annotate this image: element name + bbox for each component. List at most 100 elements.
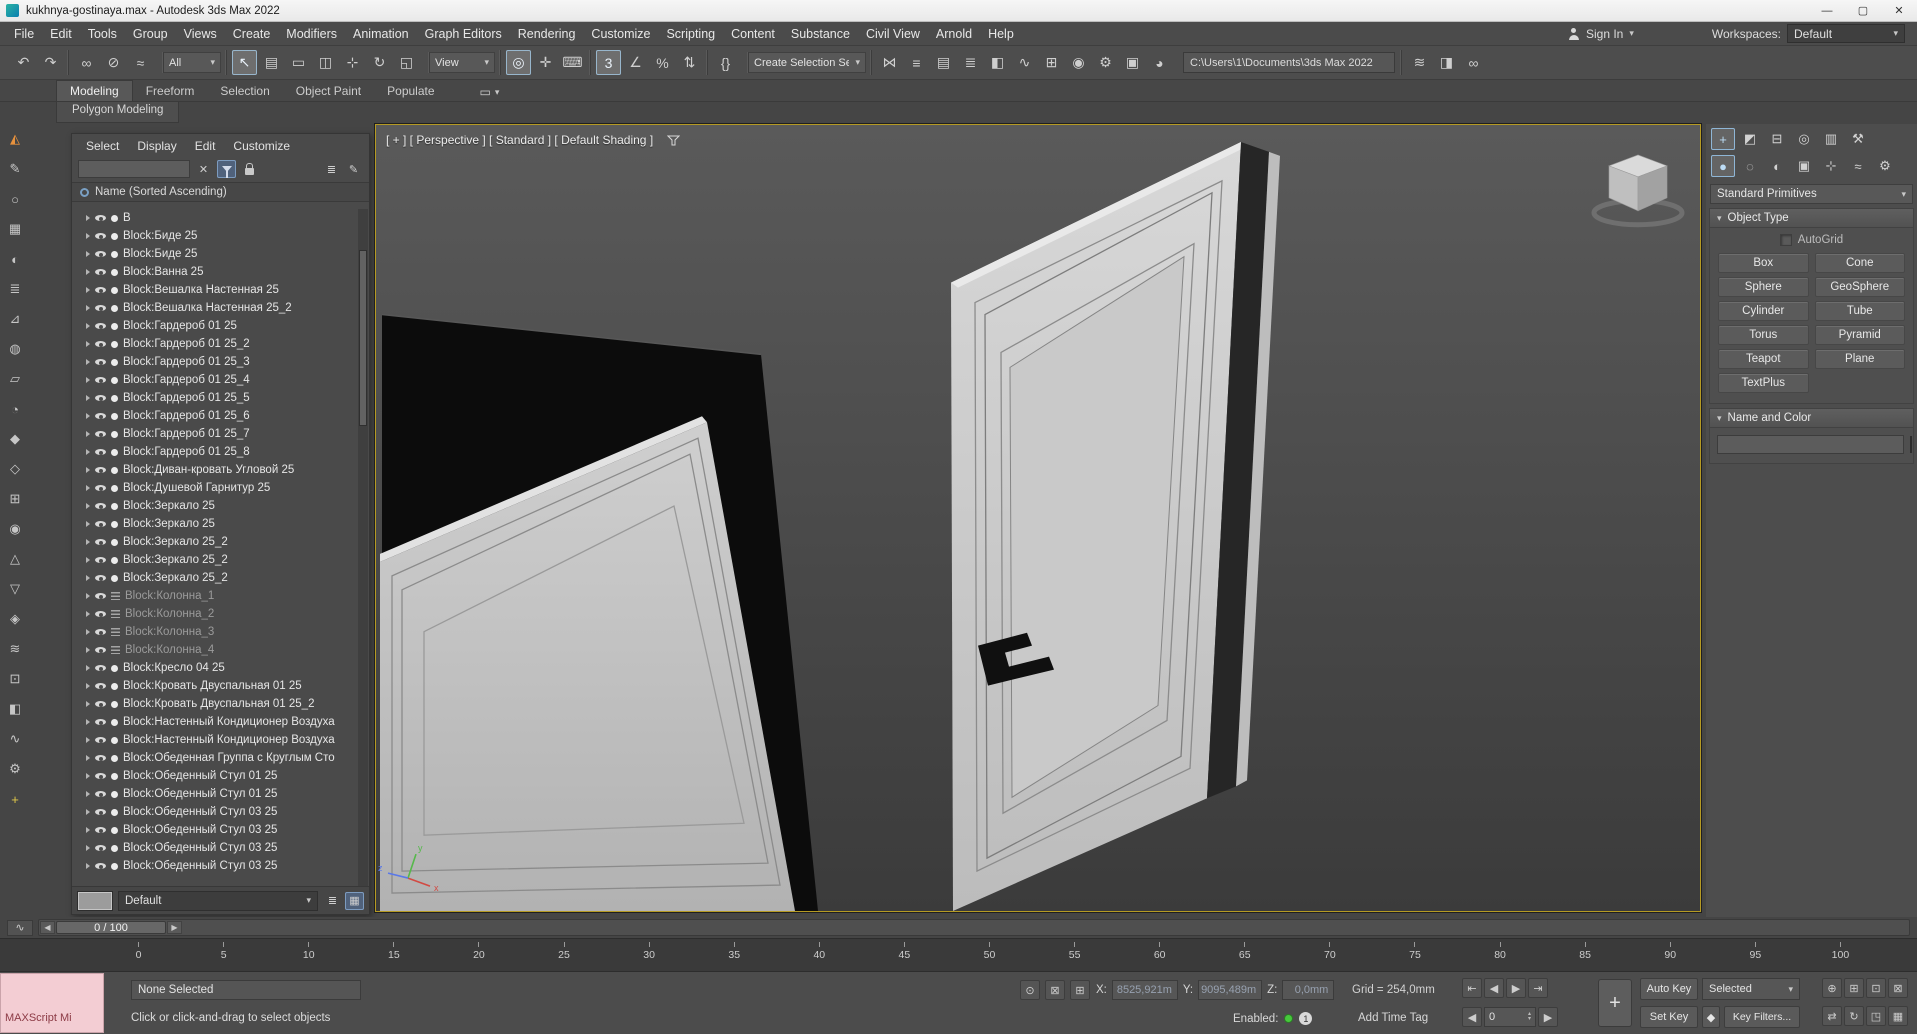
ribbon-tab[interactable]: Freeform	[133, 81, 208, 101]
undo-icon[interactable]: ↶	[11, 50, 36, 75]
scene-object-row[interactable]: Block:Гардероб 01 25_4	[86, 371, 357, 389]
visibility-eye-icon[interactable]	[95, 699, 106, 710]
grid-view-icon[interactable]: ▦	[345, 891, 364, 910]
expand-arrow-icon[interactable]	[86, 395, 90, 401]
scene-object-row[interactable]: Block:Кровать Двуспальная 01 25_2	[86, 695, 357, 713]
target-tool-icon[interactable]: ⊡	[4, 668, 26, 690]
expand-arrow-icon[interactable]	[86, 863, 90, 869]
visibility-eye-icon[interactable]	[95, 357, 106, 368]
visibility-eye-icon[interactable]	[95, 231, 106, 242]
zoom-extents-icon[interactable]: ⊡	[1866, 978, 1886, 998]
add-tool-icon[interactable]: +	[4, 788, 26, 810]
previous-frame-arrow[interactable]: ◀	[40, 921, 55, 934]
filter-funnel-icon[interactable]	[217, 160, 236, 178]
pick-list-icon[interactable]: ≣	[322, 160, 341, 178]
scene-explorer-menu[interactable]: Edit	[187, 138, 224, 154]
visibility-eye-icon[interactable]	[95, 735, 106, 746]
expand-arrow-icon[interactable]	[86, 665, 90, 671]
angle-snap-icon[interactable]: ∠	[623, 50, 648, 75]
redo-icon[interactable]: ↷	[38, 50, 63, 75]
play-button[interactable]: ▶	[1506, 978, 1526, 998]
visibility-eye-icon[interactable]	[95, 717, 106, 728]
rectangular-selection-icon[interactable]: ▭	[286, 50, 311, 75]
expand-arrow-icon[interactable]	[86, 683, 90, 689]
expand-arrow-icon[interactable]	[86, 251, 90, 257]
texture-tool-icon[interactable]: ◍	[4, 338, 26, 360]
selection-lock-icon[interactable]: ⊠	[1045, 980, 1065, 1000]
scene-object-row[interactable]: Block:Настенный Кондиционер Воздуха	[86, 713, 357, 731]
scene-object-row[interactable]: Block:Обеденный Стул 01 25	[86, 785, 357, 803]
isolate-selection-icon[interactable]: ⊙	[1020, 980, 1040, 1000]
crossing-selection-icon[interactable]: ◫	[313, 50, 338, 75]
named-selection-sets-dropdown[interactable]: Create Selection Se ▾	[748, 52, 866, 73]
list-tool-icon[interactable]: ≣	[4, 278, 26, 300]
project-folder-field[interactable]: C:\Users\1\Documents\3ds Max 2022	[1183, 52, 1395, 73]
scene-object-row[interactable]: Block:Колонна_2	[86, 605, 357, 623]
x-coordinate-field[interactable]: 8525,921m	[1111, 980, 1178, 1000]
pan-view-icon[interactable]: ⇄	[1822, 1006, 1842, 1026]
toggle-layer-explorer-icon[interactable]: ≣	[958, 50, 983, 75]
menu-item[interactable]: File	[6, 22, 42, 46]
scene-object-row[interactable]: Block:Кровать Двуспальная 01 25	[86, 677, 357, 695]
lock-icon[interactable]	[240, 160, 259, 178]
ribbon-modeling-icon[interactable]: ◭	[4, 128, 26, 150]
grid-tool-icon[interactable]: ▦	[4, 218, 26, 240]
visibility-eye-icon[interactable]	[95, 843, 106, 854]
layers-icon[interactable]: ≣	[323, 892, 342, 910]
expand-arrow-icon[interactable]	[86, 827, 90, 833]
keyboard-override-icon[interactable]: ⌨	[560, 50, 585, 75]
viewport-label[interactable]: [ + ] [ Perspective ] [ Standard ] [ Def…	[386, 133, 653, 147]
visibility-eye-icon[interactable]	[95, 465, 106, 476]
visibility-eye-icon[interactable]	[95, 411, 106, 422]
percent-snap-icon[interactable]: %	[650, 50, 675, 75]
menu-item[interactable]: Rendering	[510, 22, 584, 46]
menu-item[interactable]: Content	[723, 22, 783, 46]
visibility-eye-icon[interactable]	[95, 321, 106, 332]
scene-object-row[interactable]: Block:Гардероб 01 25_7	[86, 425, 357, 443]
scene-object-row[interactable]: Block:Обеденный Стул 03 25	[86, 803, 357, 821]
motion-tab-icon[interactable]: ◎	[1792, 128, 1816, 150]
scene-object-row[interactable]: Block:Гардероб 01 25_8	[86, 443, 357, 461]
expand-arrow-icon[interactable]	[86, 269, 90, 275]
notification-badge[interactable]: 1	[1299, 1012, 1313, 1025]
visibility-eye-icon[interactable]	[95, 555, 106, 566]
expand-arrow-icon[interactable]	[86, 737, 90, 743]
cameras-category-icon[interactable]: ▣	[1792, 155, 1816, 177]
ribbon-config-button[interactable]: ▭ ▾	[474, 83, 506, 101]
object-type-button[interactable]: Cylinder	[1718, 301, 1809, 321]
orbit-icon[interactable]: ↻	[1844, 1006, 1864, 1026]
shading-tool-icon[interactable]: ◐	[4, 248, 26, 270]
expand-arrow-icon[interactable]	[86, 215, 90, 221]
expand-arrow-icon[interactable]	[86, 773, 90, 779]
menu-item[interactable]: Group	[125, 22, 176, 46]
expand-arrow-icon[interactable]	[86, 845, 90, 851]
boolean-tool-icon[interactable]: ⊞	[4, 488, 26, 510]
active-layer-swatch[interactable]	[77, 890, 113, 911]
scene-object-row[interactable]: Block:Зеркало 25	[86, 515, 357, 533]
select-and-scale-icon[interactable]: ◱	[394, 50, 419, 75]
viewport-filter-icon[interactable]	[667, 135, 681, 146]
expand-arrow-icon[interactable]	[86, 467, 90, 473]
visibility-eye-icon[interactable]	[95, 429, 106, 440]
modify-tab-icon[interactable]: ◩	[1738, 128, 1762, 150]
expand-arrow-icon[interactable]	[86, 755, 90, 761]
key-next-button[interactable]: ▶	[1538, 1007, 1558, 1027]
menu-item[interactable]: Help	[980, 22, 1022, 46]
expand-arrow-icon[interactable]	[86, 719, 90, 725]
expand-arrow-icon[interactable]	[86, 701, 90, 707]
maximize-viewport-icon[interactable]: ◳	[1866, 1006, 1886, 1026]
visibility-eye-icon[interactable]	[95, 591, 106, 602]
object-type-button[interactable]: Torus	[1718, 325, 1809, 345]
scene-object-row[interactable]: Block:Зеркало 25	[86, 497, 357, 515]
layer-explorer-icon[interactable]: ≋	[1407, 50, 1432, 75]
z-coordinate-field[interactable]: 0,0mm	[1282, 980, 1335, 1000]
curve-tool-icon[interactable]: ∿	[4, 728, 26, 750]
scene-object-row[interactable]: Block:Зеркало 25_2	[86, 569, 357, 587]
visibility-eye-icon[interactable]	[95, 303, 106, 314]
visibility-eye-icon[interactable]	[95, 519, 106, 530]
scene-object-row[interactable]: Block:Зеркало 25_2	[86, 533, 357, 551]
expand-arrow-icon[interactable]	[86, 647, 90, 653]
visibility-eye-icon[interactable]	[95, 753, 106, 764]
sign-in-button[interactable]: Sign In ▾	[1560, 25, 1642, 43]
scene-object-row[interactable]: Block:Диван-кровать Угловой 25	[86, 461, 357, 479]
